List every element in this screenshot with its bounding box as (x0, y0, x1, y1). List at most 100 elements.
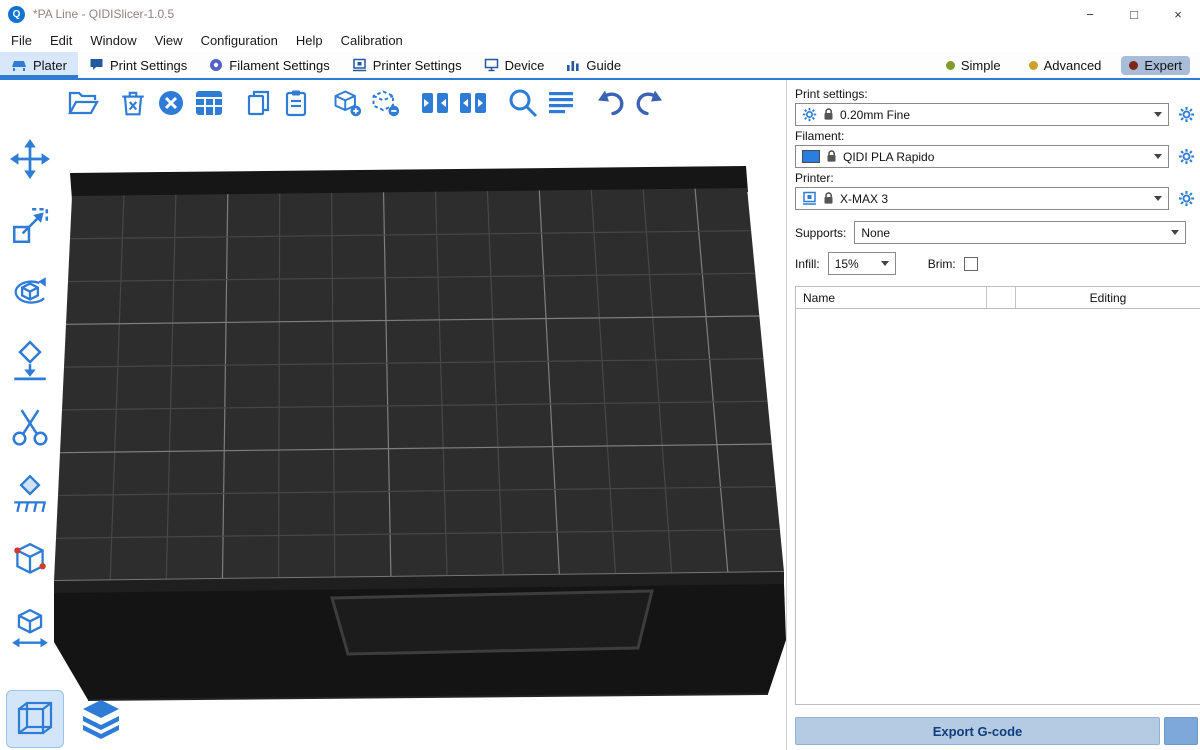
advanced-mode-dot-icon (1029, 61, 1038, 70)
build-plate[interactable] (0, 80, 786, 750)
tab-printer-settings[interactable]: Printer Settings (341, 52, 473, 78)
printer-gear-button[interactable] (1176, 189, 1196, 209)
maximize-button[interactable]: □ (1112, 0, 1156, 28)
menu-item-view[interactable]: View (146, 31, 192, 50)
split-parts-icon (458, 89, 488, 117)
window-controls: − □ × (1068, 0, 1200, 28)
preview-button[interactable] (72, 690, 130, 748)
paste-icon (284, 89, 310, 117)
mode-simple[interactable]: Simple (938, 56, 1009, 75)
menu-item-file[interactable]: File (2, 31, 41, 50)
place-on-face-button[interactable] (4, 335, 56, 385)
layer-height-icon (547, 90, 575, 116)
arrange-button[interactable] (190, 84, 228, 122)
cut-button[interactable] (4, 402, 56, 452)
tab-print-settings[interactable]: Print Settings (78, 52, 198, 78)
menu-item-help[interactable]: Help (287, 31, 332, 50)
menu-bar: File Edit Window View Configuration Help… (0, 28, 1200, 52)
tab-print-settings-label: Print Settings (110, 58, 187, 73)
chevron-down-icon (1171, 230, 1179, 235)
scale-button[interactable] (4, 201, 56, 251)
split-parts-button[interactable] (454, 84, 492, 122)
tab-plater-label: Plater (33, 58, 67, 73)
print-settings-icon (89, 58, 104, 72)
variable-layer-height-button[interactable] (542, 84, 580, 122)
minimize-button[interactable]: − (1068, 0, 1112, 28)
tab-device[interactable]: Device (473, 52, 556, 78)
tab-filament-settings[interactable]: Filament Settings (198, 52, 340, 78)
tab-guide[interactable]: Guide (555, 52, 632, 78)
remove-instance-button[interactable] (366, 84, 404, 122)
arrange-icon (195, 90, 223, 116)
infill-combo[interactable]: 15% (828, 252, 896, 275)
menu-item-window[interactable]: Window (81, 31, 145, 50)
profile-gear-icon (802, 107, 817, 122)
printer-label: Printer: (795, 171, 1200, 185)
paste-button[interactable] (278, 84, 316, 122)
mode-advanced[interactable]: Advanced (1021, 56, 1110, 75)
open-project-button[interactable] (64, 84, 102, 122)
tab-filament-settings-label: Filament Settings (229, 58, 329, 73)
gear-icon (1178, 148, 1195, 165)
mode-switcher: Simple Advanced Expert (938, 52, 1200, 78)
mode-advanced-label: Advanced (1044, 58, 1102, 73)
chevron-down-icon (1154, 196, 1162, 201)
left-toolbar (4, 134, 56, 653)
rotate-button[interactable] (4, 268, 56, 318)
undo-button[interactable] (592, 84, 630, 122)
menu-item-edit[interactable]: Edit (41, 31, 81, 50)
filament-combo[interactable]: QIDI PLA Rapido (795, 145, 1169, 168)
editor-view-cube-icon (12, 696, 58, 742)
split-objects-button[interactable] (416, 84, 454, 122)
brim-checkbox[interactable] (964, 257, 978, 271)
supports-value: None (861, 226, 1165, 240)
redo-button[interactable] (630, 84, 668, 122)
menu-item-configuration[interactable]: Configuration (192, 31, 287, 50)
copy-button[interactable] (240, 84, 278, 122)
delete-all-button[interactable] (152, 84, 190, 122)
infill-label: Infill: (795, 257, 820, 271)
search-button[interactable] (504, 84, 542, 122)
viewport-3d[interactable] (0, 80, 786, 750)
tab-bar: Plater Print Settings Filament Settings … (0, 52, 1200, 80)
mirror-button[interactable] (4, 603, 56, 653)
undo-icon (595, 89, 627, 117)
add-instance-button[interactable] (328, 84, 366, 122)
mode-expert[interactable]: Expert (1121, 56, 1190, 75)
paint-supports-icon (9, 473, 51, 515)
filament-gear-button[interactable] (1176, 147, 1196, 167)
lock-icon (823, 192, 834, 205)
print-settings-combo[interactable]: 0.20mm Fine (795, 103, 1169, 126)
filament-value: QIDI PLA Rapido (843, 150, 1148, 164)
trash-icon (120, 89, 146, 117)
delete-all-icon (157, 89, 185, 117)
export-options-button[interactable] (1164, 717, 1198, 745)
filament-settings-icon (209, 58, 223, 72)
printer-value: X-MAX 3 (840, 192, 1148, 206)
menu-item-calibration[interactable]: Calibration (332, 31, 412, 50)
print-settings-value: 0.20mm Fine (840, 108, 1148, 122)
copy-icon (246, 89, 272, 117)
print-settings-gear-button[interactable] (1176, 105, 1196, 125)
supports-combo[interactable]: None (854, 221, 1186, 244)
rotate-icon (9, 272, 51, 314)
editor-view-button[interactable] (6, 690, 64, 748)
guide-icon (566, 58, 580, 72)
printer-combo[interactable]: X-MAX 3 (795, 187, 1169, 210)
object-list-column-name[interactable]: Name (796, 287, 987, 308)
filament-color-swatch (802, 150, 820, 163)
expert-mode-dot-icon (1129, 61, 1138, 70)
redo-icon (633, 89, 665, 117)
close-button[interactable]: × (1156, 0, 1200, 28)
export-gcode-button[interactable]: Export G-code (795, 717, 1160, 745)
move-button[interactable] (4, 134, 56, 184)
gear-icon (1178, 190, 1195, 207)
object-list[interactable] (795, 309, 1200, 705)
printer-settings-icon (352, 58, 367, 72)
tab-plater[interactable]: Plater (0, 52, 78, 78)
object-list-column-editing[interactable]: Editing (1016, 287, 1200, 308)
measure-button[interactable] (4, 536, 56, 586)
delete-button[interactable] (114, 84, 152, 122)
paint-supports-button[interactable] (4, 469, 56, 519)
view-toolbar (6, 690, 130, 748)
